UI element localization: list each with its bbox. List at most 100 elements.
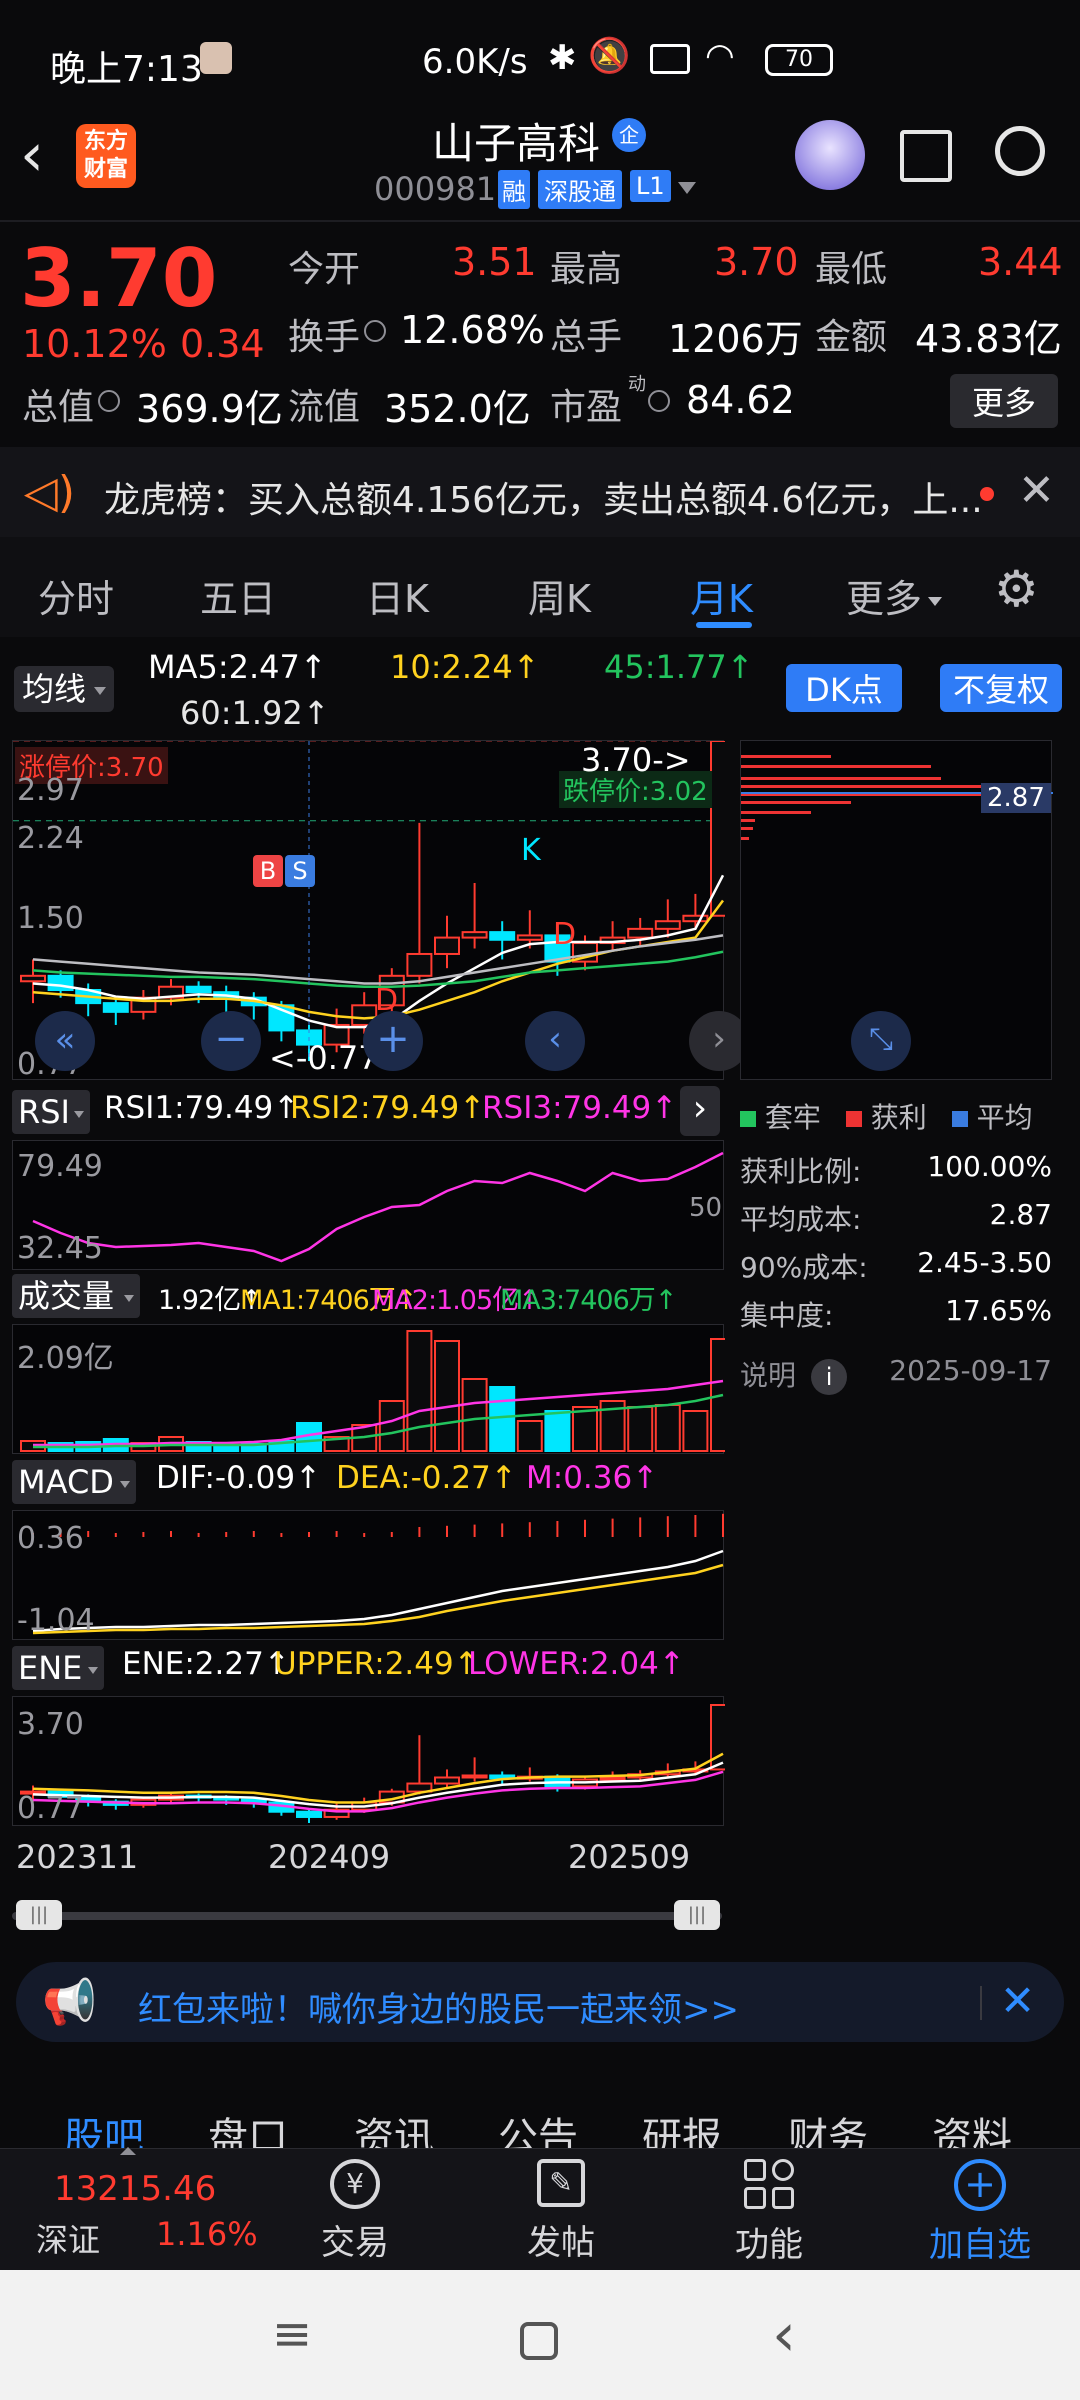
ene-chart[interactable]: 3.70 0.77 [12, 1696, 725, 1826]
stock-name: 山子高科 [432, 119, 601, 168]
legend-trapped-swatch [740, 1111, 756, 1127]
stock-switch-chevron-icon[interactable] [678, 182, 696, 194]
volume-svg [20, 1330, 725, 1452]
rsi-selector[interactable]: RSI [12, 1090, 90, 1134]
candle-body [654, 920, 681, 930]
volume-selector[interactable]: 成交量 [12, 1274, 141, 1318]
k-marker: K [521, 833, 541, 868]
float-cap-value: 352.0亿 [384, 387, 531, 431]
rsi-chart[interactable]: 79.49 32.45 50 [12, 1140, 724, 1270]
backward-button[interactable]: ‹ [525, 1011, 585, 1071]
index-widget[interactable]: 13215.46 深证 1.16% [0, 2169, 280, 2259]
add-watchlist-button[interactable]: + 加自选 [900, 2159, 1060, 2269]
notice-bar[interactable]: ◁) 龙虎榜：买入总额4.156亿元，卖出总额4.6亿元，上... ✕ [0, 447, 1080, 537]
status-bar: 晚上7:13 6.0K/s ✱ 🔕 ◠ 70 [0, 0, 1080, 120]
chip-bar [741, 811, 811, 814]
function-button[interactable]: 功能 [694, 2159, 844, 2269]
back-nav-icon[interactable]: ‹ [772, 2300, 796, 2370]
expand-button[interactable]: ⤡ [851, 1011, 911, 1071]
edit-icon: ✎ [537, 2159, 585, 2207]
trade-button[interactable]: ¥ 交易 [280, 2159, 430, 2269]
promo-banner[interactable]: 📢 红包来啦！喊你身边的股民一起来领>> ✕ [16, 1962, 1064, 2042]
indicator-next-button[interactable]: › [680, 1086, 720, 1136]
index-change: 1.16% [156, 2215, 258, 2253]
stock-code: 000981 [374, 170, 497, 208]
tab-month-k[interactable]: 月K [690, 568, 753, 623]
note-label: 说明 [740, 1359, 797, 1392]
ene-value: ENE:2.27↑ [122, 1646, 290, 1682]
volume-bar [654, 1404, 681, 1452]
stat-row: 90%成本: 2.45-3.50 [740, 1246, 1052, 1284]
pe-label: 市盈 [550, 387, 623, 428]
speaker-icon: ◁) [24, 467, 76, 518]
tab-week-k[interactable]: 周K [528, 568, 591, 623]
post-button[interactable]: ✎ 发帖 [486, 2159, 636, 2269]
robot-assistant-icon[interactable] [795, 120, 865, 190]
macd-chart[interactable]: 0.36 -1.04 [12, 1510, 724, 1640]
macd-selector[interactable]: MACD [12, 1460, 136, 1504]
range-handle-left[interactable]: ||| [16, 1900, 62, 1930]
info-icon[interactable]: i [811, 1359, 848, 1395]
close-icon[interactable]: ✕ [1018, 465, 1055, 516]
chip-bar [741, 819, 755, 822]
share-icon[interactable] [900, 130, 952, 182]
tab-five-day[interactable]: 五日 [200, 568, 276, 623]
search-icon[interactable] [995, 126, 1045, 176]
wifi-icon: ◠ [705, 36, 735, 76]
menu-icon[interactable]: ≡ [272, 2306, 312, 2362]
range-handle-right[interactable]: ||| [674, 1900, 720, 1930]
zoom-in-button[interactable]: + [363, 1011, 423, 1071]
ma5-value: MA5:2.47↑ [148, 648, 327, 686]
kline-chart[interactable]: 涨停价:3.70 跌停价:3.02 3.70-> <-0.77 2.97 2.2… [12, 740, 749, 1082]
tag-rong: 融 [498, 170, 530, 209]
zoom-out-button[interactable]: − [201, 1011, 261, 1071]
pe-info-icon[interactable] [648, 390, 670, 412]
macd-dea: DEA:-0.27↑ [336, 1460, 517, 1496]
y-label-297: 2.97 [17, 773, 84, 808]
more-button[interactable]: 更多 [950, 374, 1058, 428]
status-avatar-icon [200, 42, 232, 74]
ene-upper: UPPER:2.49↑ [274, 1646, 480, 1682]
candle-body [682, 914, 709, 923]
home-icon[interactable] [520, 2322, 558, 2360]
tab-minute[interactable]: 分时 [38, 568, 114, 623]
ma-selector[interactable]: 均线 [14, 666, 115, 712]
ene-selector[interactable]: ENE [12, 1646, 105, 1690]
ene-bottom: 0.77 [17, 1791, 84, 1826]
volume-bar [516, 1420, 543, 1452]
market-cap-info-icon[interactable] [98, 390, 120, 412]
gear-icon[interactable]: ⚙ [994, 560, 1039, 618]
back-icon[interactable]: ‹ [20, 120, 44, 190]
fast-backward-button[interactable]: « [35, 1011, 95, 1071]
close-icon[interactable]: ✕ [1000, 1976, 1035, 2025]
volume-bar [627, 1406, 654, 1452]
dk-point-button[interactable]: DK点 [786, 664, 902, 712]
market-cap-value: 369.9亿 [136, 387, 283, 431]
total-hands-value: 1206万 [668, 317, 803, 361]
tab-more[interactable]: 更多 [846, 568, 943, 623]
ene-svg [20, 1704, 725, 1823]
macd-bottom: -1.04 [17, 1603, 95, 1638]
brand-logo: 东方 财富 [76, 124, 136, 188]
candle-body [516, 934, 543, 941]
chip-distribution[interactable]: 2.87 ⤡ [740, 740, 1053, 1080]
chip-legend: 套牢 获利 平均 [740, 1096, 1070, 1136]
chip-stats: 获利比例: 100.00% 平均成本: 2.87 90%成本: 2.45-3.50 集… [740, 1150, 1052, 1414]
y-label-224: 2.24 [17, 821, 84, 856]
range-slider-track[interactable] [12, 1912, 722, 1920]
notice-text: 龙虎榜：买入总额4.156亿元，卖出总额4.6亿元，上... [104, 480, 983, 521]
turnover-info-icon[interactable] [364, 320, 386, 342]
pe-value: 84.62 [686, 378, 795, 422]
float-cap-label: 流值 [288, 387, 361, 428]
total-hands-label: 总手 [550, 317, 623, 358]
volume-chart[interactable]: 2.09亿 [12, 1324, 725, 1454]
rsi1-value: RSI1:79.49↑ [104, 1090, 300, 1126]
bottom-action-bar: 13215.46 深证 1.16% ¥ 交易 ✎ 发帖 功能 + 加自选 [0, 2147, 1080, 2270]
turnover-label: 换手 [288, 317, 361, 358]
promo-divider [980, 1986, 982, 2020]
no-adjust-button[interactable]: 不复权 [940, 664, 1062, 712]
tab-day-k[interactable]: 日K [366, 568, 429, 623]
chip-date: 2025-09-17 [889, 1354, 1052, 1387]
rsi2-value: RSI2:79.49↑ [290, 1090, 486, 1126]
ene-candle-body [461, 1774, 488, 1779]
